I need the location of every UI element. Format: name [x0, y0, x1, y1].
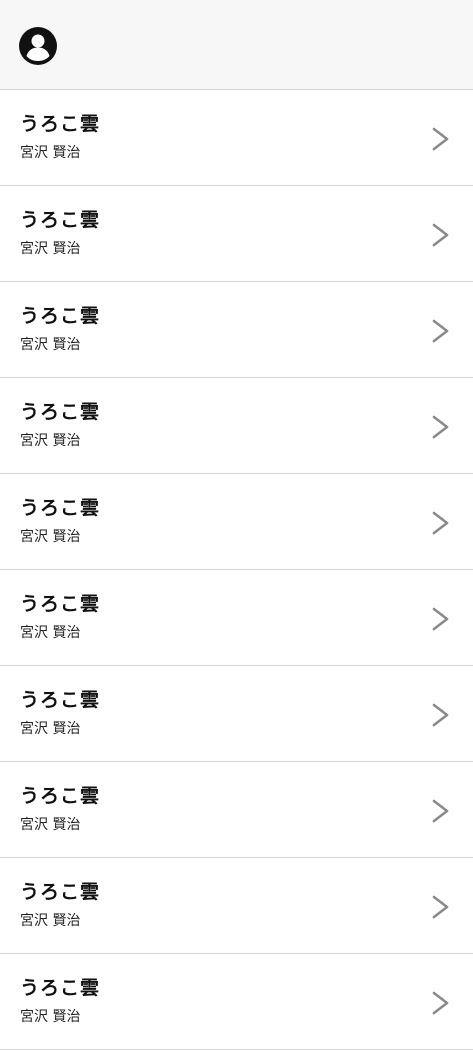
book-title: うろこ雲 [20, 593, 101, 615]
list-item[interactable]: うろこ雲 宮沢 賢治 [0, 378, 473, 474]
chevron-right-icon [432, 607, 449, 631]
book-title: うろこ雲 [20, 785, 101, 807]
list-item[interactable]: うろこ雲 宮沢 賢治 [0, 858, 473, 954]
list-item[interactable]: うろこ雲 宮沢 賢治 [0, 570, 473, 666]
list-item[interactable]: うろこ雲 宮沢 賢治 [0, 954, 473, 1050]
book-author: 宮沢 賢治 [20, 721, 81, 737]
book-title: うろこ雲 [20, 209, 101, 231]
book-author: 宮沢 賢治 [20, 241, 81, 257]
book-author: 宮沢 賢治 [20, 529, 81, 545]
list-item[interactable]: うろこ雲 宮沢 賢治 [0, 90, 473, 186]
chevron-right-icon [432, 991, 449, 1015]
book-title: うろこ雲 [20, 113, 101, 135]
book-author: 宮沢 賢治 [20, 625, 81, 641]
chevron-right-icon [432, 223, 449, 247]
book-author: 宮沢 賢治 [20, 817, 81, 833]
chevron-right-icon [432, 799, 449, 823]
chevron-right-icon [432, 895, 449, 919]
app-header [0, 0, 473, 90]
book-title: うろこ雲 [20, 977, 101, 999]
chevron-right-icon [432, 415, 449, 439]
book-title: うろこ雲 [20, 305, 101, 327]
list-item[interactable]: うろこ雲 宮沢 賢治 [0, 762, 473, 858]
book-title: うろこ雲 [20, 401, 101, 423]
book-title: うろこ雲 [20, 689, 101, 711]
chevron-right-icon [432, 127, 449, 151]
book-title: うろこ雲 [20, 497, 101, 519]
chevron-right-icon [432, 703, 449, 727]
list-item[interactable]: うろこ雲 宮沢 賢治 [0, 186, 473, 282]
book-author: 宮沢 賢治 [20, 433, 81, 449]
book-author: 宮沢 賢治 [20, 337, 81, 353]
book-list: うろこ雲 宮沢 賢治 うろこ雲 宮沢 賢治 うろこ雲 宮沢 賢治 うろこ雲 宮沢… [0, 90, 473, 1050]
book-author: 宮沢 賢治 [20, 145, 81, 161]
list-item[interactable]: うろこ雲 宮沢 賢治 [0, 474, 473, 570]
book-author: 宮沢 賢治 [20, 1009, 81, 1025]
book-author: 宮沢 賢治 [20, 913, 81, 929]
book-title: うろこ雲 [20, 881, 101, 903]
list-item[interactable]: うろこ雲 宮沢 賢治 [0, 666, 473, 762]
chevron-right-icon [432, 511, 449, 535]
list-item[interactable]: うろこ雲 宮沢 賢治 [0, 282, 473, 378]
chevron-right-icon [432, 319, 449, 343]
account-button[interactable] [18, 26, 58, 66]
account-circle-icon [19, 27, 57, 65]
